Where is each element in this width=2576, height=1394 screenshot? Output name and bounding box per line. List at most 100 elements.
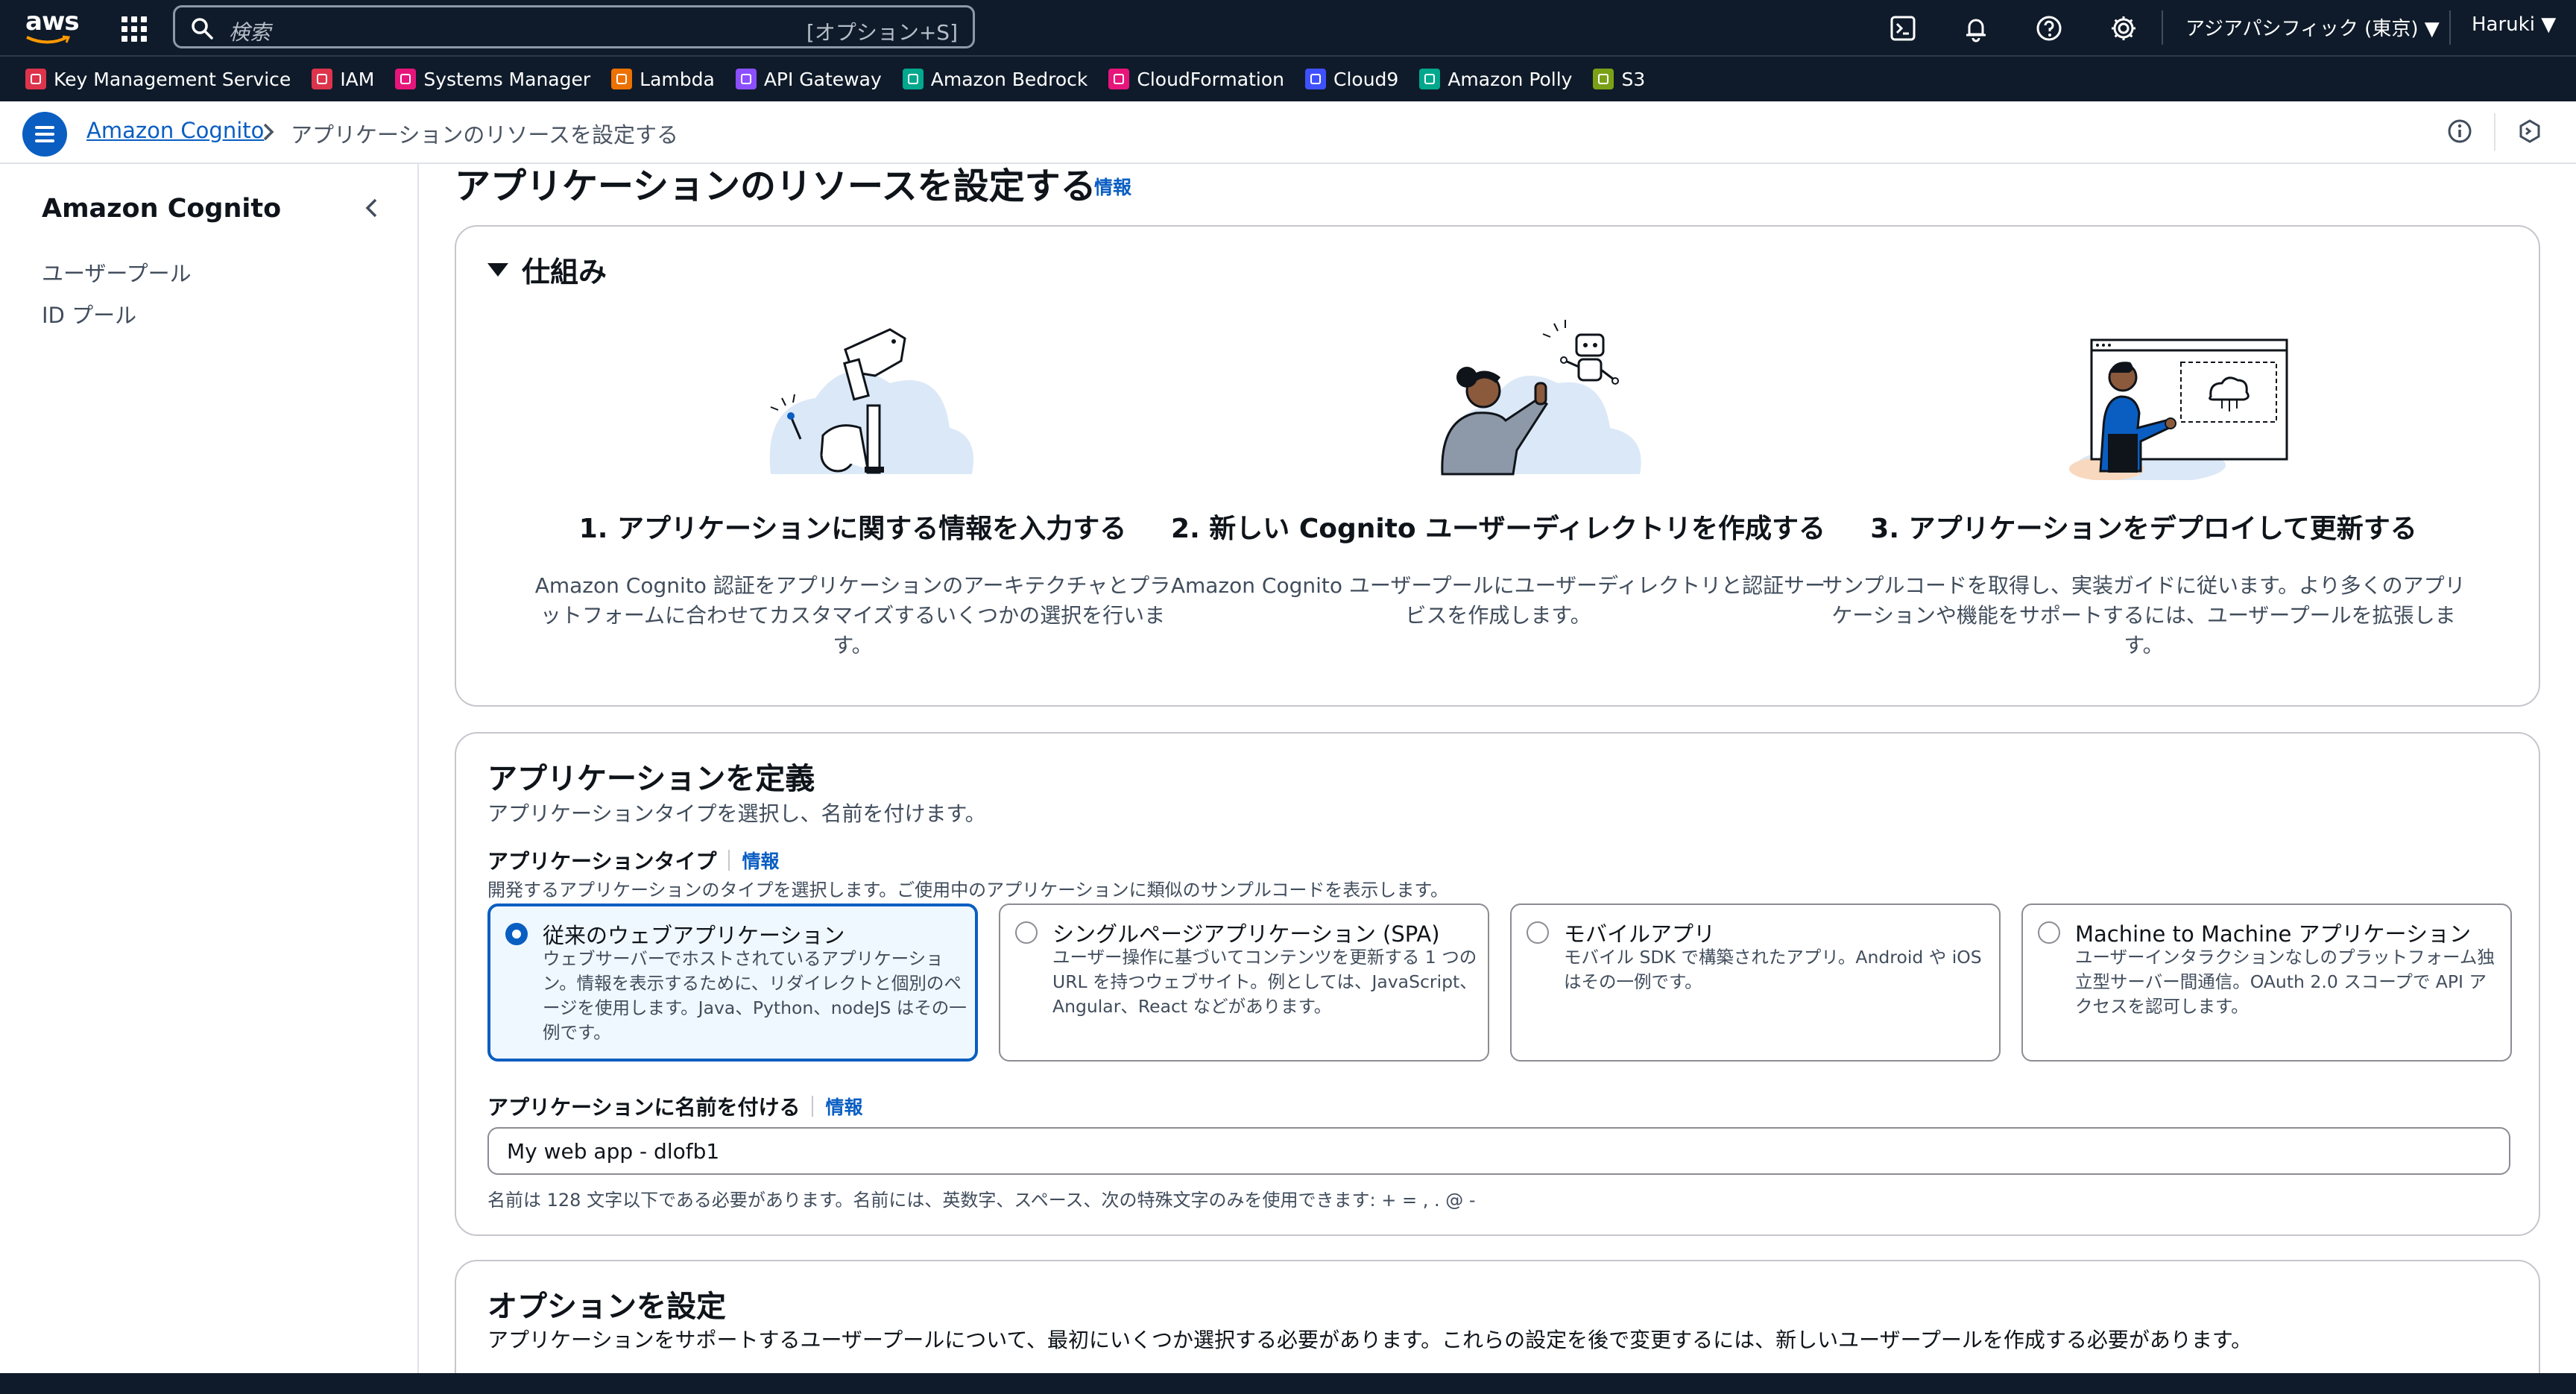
app-type-option-m2m[interactable]: Machine to Machine アプリケーション ユーザーインタラクション…: [2021, 903, 2512, 1062]
app-name-label-row: アプリケーションに名前を付ける 情報: [487, 1091, 862, 1121]
favorite-kms[interactable]: Key Management Service: [25, 69, 291, 90]
breadcrumb-link-cognito[interactable]: Amazon Cognito: [86, 118, 264, 143]
radio-unselected[interactable]: [1527, 921, 1549, 944]
app-type-option-desc: ユーザー操作に基づいてコンテンツを更新する 1 つの URL を持つウェブサイト…: [1052, 947, 1477, 1017]
sidebar-item-user-pools[interactable]: ユーザープール: [42, 256, 192, 288]
chevron-left-close-icon[interactable]: [361, 195, 383, 221]
account-menu[interactable]: Haruki ▼: [2472, 13, 2556, 36]
nav-divider: [2449, 10, 2451, 45]
favorite-cloud9[interactable]: Cloud9: [1305, 69, 1398, 90]
favorite-label: S3: [1621, 68, 1646, 90]
systems-manager-icon: [395, 69, 417, 89]
nav-divider: [2162, 10, 2163, 45]
app-name-label: アプリケーションに名前を付ける: [487, 1095, 801, 1120]
side-nav-title[interactable]: Amazon Cognito: [42, 194, 281, 224]
step-3-title: 3. アプリケーションをデプロイして更新する: [1870, 514, 2417, 544]
sidebar-item-identity-pools[interactable]: ID プール: [42, 298, 136, 329]
api-gateway-icon: [735, 69, 757, 89]
app-type-option-desc: ユーザーインタラクションなしのプラットフォーム独立型サーバー間通信。OAuth …: [2075, 947, 2495, 1017]
app-type-option-desc: ウェブサーバーでホストされているアプリケーション。情報を表示するために、リダイレ…: [543, 948, 967, 1043]
favorite-systems-manager[interactable]: Systems Manager: [395, 69, 590, 90]
favorite-cloudformation[interactable]: CloudFormation: [1108, 69, 1284, 90]
define-application-panel: アプリケーションを定義 アプリケーションタイプを選択し、名前を付けます。 アプリ…: [455, 732, 2540, 1236]
app-type-option-title: シングルページアプリケーション (SPA): [1052, 921, 1440, 947]
cloudshell-icon[interactable]: [1889, 14, 1917, 42]
app-name-info-link[interactable]: 情報: [825, 1093, 862, 1120]
radio-unselected[interactable]: [2038, 921, 2060, 944]
app-type-option-traditional-web[interactable]: 従来のウェブアプリケーション ウェブサーバーでホストされているアプリケーション。…: [487, 903, 978, 1062]
footer-bar: [0, 1373, 2576, 1394]
app-name-input[interactable]: [487, 1127, 2510, 1175]
how-step-2: 2. 新しい Cognito ユーザーディレクトリを作成する Amazon Co…: [1170, 309, 1826, 631]
page-title: アプリケーションのリソースを設定する: [455, 165, 1096, 207]
kms-icon: [25, 69, 46, 89]
info-panel-icon[interactable]: [2446, 118, 2473, 145]
crumb-divider: [2494, 113, 2496, 151]
favorite-iam[interactable]: IAM: [312, 69, 374, 90]
favorite-label: Lambda: [640, 68, 715, 90]
how-it-works-toggle[interactable]: 仕組み: [487, 249, 607, 290]
app-type-option-title: モバイルアプリ: [1564, 921, 1716, 947]
label-divider: [812, 1096, 814, 1117]
favorite-label: API Gateway: [763, 68, 882, 90]
favorite-label: Systems Manager: [423, 68, 591, 90]
app-type-label: アプリケーションタイプ: [487, 849, 717, 874]
side-navigation: Amazon Cognito ユーザープール ID プール: [0, 164, 419, 1373]
app-type-info-link[interactable]: 情報: [742, 847, 779, 874]
iam-icon: [312, 69, 333, 89]
breadcrumb-current: アプリケーションのリソースを設定する: [291, 122, 678, 148]
cloudformation-icon: [1108, 69, 1130, 89]
favorite-label: Amazon Bedrock: [930, 68, 1088, 90]
favorite-label: CloudFormation: [1137, 68, 1284, 90]
favorite-bedrock[interactable]: Amazon Bedrock: [902, 68, 1088, 90]
app-type-option-title: Machine to Machine アプリケーション: [2075, 921, 2471, 947]
chevron-right-icon: [263, 123, 274, 141]
favorites-bar: Key Management Service IAM Systems Manager…: [0, 55, 2576, 101]
app-name-hint: 名前は 128 文字以下である必要があります。名前には、英数字、スペース、次の特…: [487, 1190, 1476, 1211]
person-and-robot-illustration: [1170, 309, 1826, 480]
step-1-desc: Amazon Cognito 認証をアプリケーションのアーキテクチャとプラットフ…: [534, 573, 1171, 657]
top-navigation: aws 検索 [オプション+S] アジアパシフィック (東京) ▼ Haruki…: [0, 0, 2576, 55]
side-navigation-toggle-button[interactable]: [22, 112, 67, 157]
favorite-api-gateway[interactable]: API Gateway: [735, 68, 882, 90]
label-divider: [728, 850, 730, 871]
app-type-option-mobile[interactable]: モバイルアプリ モバイル SDK で構築されたアプリ。Android や iOS…: [1510, 903, 2001, 1062]
lambda-icon: [611, 69, 633, 89]
favorite-s3[interactable]: S3: [1593, 69, 1645, 90]
app-type-option-desc: モバイル SDK で構築されたアプリ。Android や iOS はその一例です…: [1564, 947, 1982, 992]
favorite-lambda[interactable]: Lambda: [611, 69, 715, 90]
define-app-title: アプリケーションを定義: [487, 762, 815, 796]
caret-down-icon: [487, 262, 508, 277]
region-selector[interactable]: アジアパシフィック (東京) ▼: [2185, 13, 2440, 41]
polly-icon: [1419, 69, 1441, 89]
app-type-hint: 開発するアプリケーションのタイプを選択します。ご使用中のアプリケーションに類似の…: [487, 880, 1449, 901]
favorite-label: Cloud9: [1333, 68, 1399, 90]
define-app-subtitle: アプリケーションタイプを選択し、名前を付けます。: [487, 801, 986, 826]
person-with-whiteboard-illustration: [1816, 309, 2472, 483]
step-2-title: 2. 新しい Cognito ユーザーディレクトリを作成する: [1171, 514, 1825, 544]
favorite-label: Amazon Polly: [1448, 68, 1573, 90]
settings-gear-icon[interactable]: [2109, 14, 2138, 42]
search-shortcut: [オプション+S]: [806, 20, 958, 45]
step-1-title: 1. アプリケーションに関する情報を入力する: [578, 514, 1127, 544]
app-type-option-title: 従来のウェブアプリケーション: [543, 923, 845, 948]
search-icon: [192, 18, 213, 40]
notifications-bell-icon[interactable]: [1962, 14, 1990, 42]
radio-selected[interactable]: [505, 923, 528, 945]
aws-logo[interactable]: aws: [25, 9, 80, 46]
app-type-option-spa[interactable]: シングルページアプリケーション (SPA) ユーザー操作に基づいてコンテンツを更…: [999, 903, 1489, 1062]
help-icon[interactable]: [2035, 14, 2063, 42]
services-grid-icon[interactable]: [119, 14, 148, 42]
robot-dog-illustration: [525, 309, 1181, 480]
options-title: オプションを設定: [487, 1290, 726, 1324]
app-type-label-row: アプリケーションタイプ 情報: [487, 845, 779, 875]
search-bar[interactable]: 検索 [オプション+S]: [173, 5, 975, 48]
step-2-desc: Amazon Cognito ユーザープールにユーザーディレクトリと認証サービス…: [1170, 573, 1826, 628]
page-info-link[interactable]: 情報: [1094, 173, 1131, 200]
radio-unselected[interactable]: [1015, 921, 1038, 944]
favorite-polly[interactable]: Amazon Polly: [1419, 69, 1572, 90]
how-it-works-label: 仕組み: [522, 256, 607, 288]
s3-icon: [1593, 69, 1614, 89]
cloudshell-hex-icon[interactable]: [2516, 118, 2543, 145]
how-step-1: 1. アプリケーションに関する情報を入力する Amazon Cognito 認証…: [525, 309, 1181, 660]
